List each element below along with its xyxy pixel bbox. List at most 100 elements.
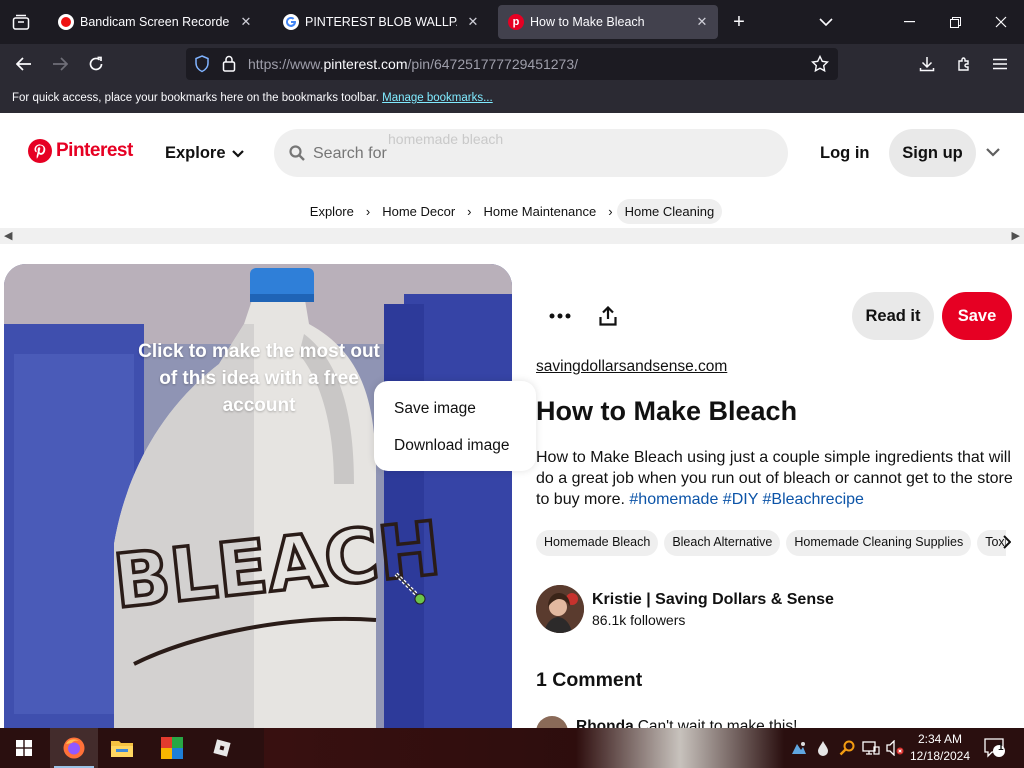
scroll-right-icon[interactable]: ▶ [1012, 229, 1020, 242]
notification-count: 1 [998, 742, 1004, 753]
download-icon[interactable] [913, 50, 941, 78]
pin-description: How to Make Bleach using just a couple s… [536, 447, 1016, 510]
star-icon[interactable] [810, 54, 830, 78]
search-icon [289, 145, 305, 161]
water-drop-icon[interactable] [812, 728, 834, 768]
tab-pinterest-wallpaper[interactable]: PINTEREST BLOB WALLPAPER - ✕ [273, 5, 489, 39]
bleach-bottle-illustration: BLEACH [4, 264, 512, 728]
pen-cursor-icon [394, 572, 426, 605]
forward-arrow-icon[interactable] [46, 50, 74, 78]
taskbar-wallpaper [264, 728, 784, 768]
clock-date: 12/18/2024 [909, 749, 971, 763]
download-image-option[interactable]: Download image [394, 437, 509, 455]
chevron-down-icon [231, 149, 244, 158]
tab-list-icon[interactable] [0, 0, 42, 44]
menu-icon[interactable] [986, 50, 1014, 78]
minimize-icon[interactable] [886, 0, 932, 44]
network-icon[interactable] [860, 728, 882, 768]
tab-title: How to Make Bleach [530, 15, 645, 29]
close-icon[interactable]: ✕ [692, 12, 712, 32]
save-image-option[interactable]: Save image [394, 400, 476, 418]
url-text: https://www.pinterest.com/pin/6472517777… [248, 56, 579, 72]
source-link[interactable]: savingdollarsandsense.com [536, 358, 727, 376]
tab-how-to-make-bleach[interactable]: p How to Make Bleach ✕ [498, 5, 718, 39]
bookmarks-hint: For quick access, place your bookmarks h… [12, 92, 379, 104]
app-tray-icon[interactable] [788, 728, 810, 768]
tab-bandicam[interactable]: Bandicam Screen Recorder Dow ✕ [48, 5, 262, 39]
explore-menu[interactable]: Explore [165, 144, 244, 163]
chevron-down-icon[interactable] [986, 144, 1000, 162]
author-followers: 86.1k followers [592, 612, 686, 628]
chevron-right-icon: › [467, 203, 472, 219]
google-icon [283, 14, 299, 30]
search-tray-icon[interactable] [836, 728, 858, 768]
record-icon [58, 14, 74, 30]
chevron-down-icon[interactable] [814, 10, 838, 34]
breadcrumb-explore[interactable]: Explore [302, 199, 362, 224]
search-placeholder: Search for [313, 145, 387, 162]
signup-prompt-text: Click to make the most out of this idea … [138, 341, 380, 416]
author-name[interactable]: Kristie | Saving Dollars & Sense [592, 591, 834, 609]
system-clock[interactable]: 2:34 AM 12/18/2024 [903, 731, 977, 765]
bandicam-icon[interactable] [148, 728, 196, 768]
clock-time: 2:34 AM [917, 732, 963, 746]
new-tab-icon[interactable]: + [727, 10, 751, 34]
hashtag-homemade[interactable]: #homemade [629, 491, 718, 508]
signup-button[interactable]: Sign up [889, 129, 976, 177]
logo-text: Pinterest [56, 140, 133, 161]
restore-icon[interactable] [932, 0, 978, 44]
breadcrumb-home-maintenance[interactable]: Home Maintenance [476, 199, 605, 224]
back-arrow-icon[interactable] [10, 50, 38, 78]
hashtag-diy[interactable]: #DIY [723, 491, 758, 508]
reload-icon[interactable] [82, 50, 110, 78]
pinterest-logo[interactable]: Pinterest [28, 139, 133, 163]
share-icon[interactable] [594, 302, 622, 330]
tag-pill[interactable]: Bleach Alternative [664, 530, 781, 556]
shield-icon[interactable] [194, 55, 210, 78]
login-button[interactable]: Log in [820, 144, 869, 163]
bookmarks-toolbar: For quick access, place your bookmarks h… [0, 84, 1024, 113]
search-suggestion: homemade bleach [388, 131, 504, 147]
author-avatar[interactable] [536, 585, 584, 633]
breadcrumb-home-decor[interactable]: Home Decor [374, 199, 463, 224]
read-it-button[interactable]: Read it [852, 292, 934, 340]
manage-bookmarks-link[interactable]: Manage bookmarks... [382, 92, 493, 104]
chevron-right-icon: › [365, 203, 371, 219]
tab-title: PINTEREST BLOB WALLPAPER - [305, 15, 457, 29]
close-icon[interactable]: ✕ [236, 12, 256, 32]
browser-tab-bar: Bandicam Screen Recorder Dow ✕ PINTEREST… [0, 0, 1024, 44]
file-explorer-icon[interactable] [98, 728, 146, 768]
pin-title: How to Make Bleach [536, 396, 798, 426]
tab-title: Bandicam Screen Recorder Dow [80, 15, 230, 29]
close-icon[interactable]: ✕ [463, 12, 483, 32]
windows-taskbar: 2:34 AM 12/18/2024 1 [0, 728, 1024, 768]
roblox-icon[interactable] [198, 728, 246, 768]
more-options-icon[interactable] [546, 302, 574, 330]
pinterest-header: Pinterest Explore homemade bleach Search… [0, 113, 1024, 195]
horizontal-scrollbar[interactable]: ◀ ▶ [0, 228, 1024, 244]
window-close-icon[interactable] [978, 0, 1024, 44]
search-input[interactable]: homemade bleach Search for [274, 129, 788, 177]
breadcrumb-home-cleaning[interactable]: Home Cleaning [616, 198, 723, 224]
windows-start-icon[interactable] [0, 728, 48, 768]
firefox-icon[interactable] [50, 728, 98, 768]
image-context-menu: Save image Download image [374, 381, 536, 471]
pinterest-logo-icon [28, 139, 52, 163]
save-button[interactable]: Save [942, 292, 1012, 340]
scroll-left-icon[interactable]: ◀ [4, 229, 12, 242]
hashtag-bleachrecipe[interactable]: #Bleachrecipe [763, 491, 864, 508]
explore-label: Explore [165, 144, 226, 162]
pinterest-favicon-icon: p [508, 14, 524, 30]
breadcrumb: Explore › Home Decor › Home Maintenance … [0, 196, 1024, 226]
chevron-right-icon[interactable] [998, 532, 1016, 552]
address-bar[interactable]: https://www.pinterest.com/pin/6472517777… [186, 48, 838, 80]
tag-pill[interactable]: Homemade Cleaning Supplies [786, 530, 972, 556]
notifications-icon[interactable]: 1 [980, 728, 1010, 768]
lock-icon[interactable] [222, 55, 236, 77]
comments-heading[interactable]: 1 Comment [536, 669, 642, 692]
chevron-right-icon: › [608, 203, 613, 219]
related-tags: Homemade Bleach Bleach Alternative Homem… [536, 530, 1006, 556]
extensions-icon[interactable] [950, 50, 978, 78]
pin-image[interactable]: BLEACH Click to make the most out of thi… [4, 264, 512, 728]
tag-pill[interactable]: Homemade Bleach [536, 530, 659, 556]
